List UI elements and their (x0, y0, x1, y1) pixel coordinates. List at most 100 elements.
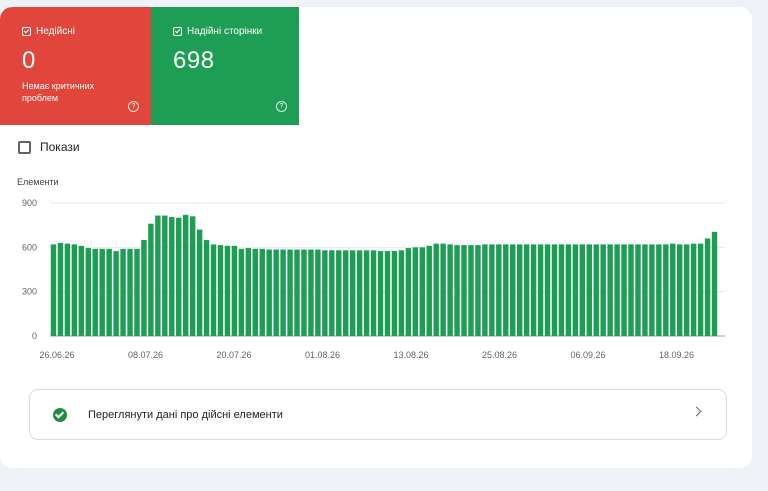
checkbox-checked-icon[interactable] (22, 27, 31, 36)
chart-bar[interactable] (343, 250, 349, 336)
chart-bar[interactable] (635, 244, 641, 336)
chart-bar[interactable] (50, 244, 57, 336)
chart-bar[interactable] (127, 248, 133, 336)
view-valid-items-link[interactable]: Переглянути дані про дійсні елементи (29, 389, 727, 440)
chart-bar[interactable] (301, 249, 307, 336)
chart-bar[interactable] (523, 244, 530, 336)
chart-bar[interactable] (621, 244, 627, 336)
chart-bar[interactable] (329, 250, 335, 336)
chart-bar[interactable] (537, 244, 544, 336)
chart-bar[interactable] (252, 248, 258, 336)
chart-bar[interactable] (551, 244, 558, 336)
chart-bar[interactable] (419, 247, 425, 336)
chart-bar[interactable] (141, 239, 147, 336)
chart-bar[interactable] (315, 249, 321, 336)
chart-bar[interactable] (238, 248, 245, 336)
chart-bar[interactable] (231, 245, 238, 336)
invalid-tile[interactable]: Недійсні 0 Немає критичних проблем ? (0, 7, 151, 125)
chart-bar[interactable] (71, 244, 78, 336)
chart-bar[interactable] (349, 250, 356, 336)
chart-bar[interactable] (120, 248, 126, 336)
chart-bar[interactable] (370, 250, 377, 336)
chart-bar[interactable] (155, 215, 161, 336)
chart-bar[interactable] (593, 244, 599, 336)
chart-bar[interactable] (224, 245, 231, 336)
chart-bar[interactable] (704, 238, 711, 336)
chart-bar[interactable] (656, 244, 662, 336)
chart-bar[interactable] (245, 248, 252, 336)
chart-bar[interactable] (203, 239, 210, 336)
chart-bar[interactable] (600, 244, 606, 336)
chart-bar[interactable] (697, 243, 704, 336)
chart-bar[interactable] (690, 243, 697, 336)
chart-bar[interactable] (510, 244, 516, 336)
chart-bar[interactable] (496, 244, 502, 336)
chart-bar[interactable] (182, 214, 189, 336)
chart-bar[interactable] (530, 244, 537, 336)
chart-bar[interactable] (113, 251, 119, 336)
chart-bar[interactable] (426, 245, 432, 336)
chart-bar[interactable] (663, 244, 669, 336)
chart-bar[interactable] (99, 248, 105, 336)
chart-bar[interactable] (322, 250, 328, 336)
chart-bar[interactable] (78, 245, 85, 336)
valid-tile[interactable]: Надійні сторінки 698 ? (151, 7, 299, 125)
chart-bar[interactable] (461, 245, 467, 336)
chart-bar[interactable] (92, 248, 98, 336)
chart-bar[interactable] (683, 244, 690, 336)
chart-bar[interactable] (217, 245, 224, 336)
chart-bar[interactable] (169, 217, 175, 336)
chart-bar[interactable] (363, 250, 370, 336)
chart-bar[interactable] (475, 245, 481, 336)
chart-bar[interactable] (85, 248, 91, 336)
chart-bar[interactable] (440, 243, 446, 336)
chart-bar[interactable] (148, 223, 154, 336)
chart-bar[interactable] (210, 244, 217, 336)
chart-bar[interactable] (447, 244, 453, 336)
checkbox-unchecked-icon[interactable] (18, 140, 31, 154)
checkbox-checked-icon[interactable] (173, 27, 182, 36)
chart-bar[interactable] (454, 245, 460, 336)
chart-bar[interactable] (398, 250, 405, 336)
chart-bar[interactable] (106, 248, 112, 336)
chart-bar[interactable] (489, 244, 495, 336)
chart-bar[interactable] (336, 250, 342, 336)
chart-bar[interactable] (628, 244, 634, 336)
chart-bar[interactable] (162, 215, 168, 336)
chart-bar[interactable] (503, 244, 509, 336)
help-icon[interactable]: ? (276, 101, 287, 112)
chart-bar[interactable] (273, 249, 279, 336)
chart-bar[interactable] (134, 248, 140, 336)
chart-bar[interactable] (294, 249, 300, 336)
chart-bar[interactable] (649, 244, 655, 336)
chart-bar[interactable] (377, 251, 384, 336)
chart-bar[interactable] (711, 231, 718, 336)
chart-bar[interactable] (607, 244, 613, 336)
chart-bar[interactable] (412, 247, 419, 336)
chart-bar[interactable] (356, 250, 363, 336)
chart-bar[interactable] (468, 245, 474, 336)
chart-bar[interactable] (196, 229, 203, 336)
chart-bar[interactable] (280, 249, 286, 336)
chart-bar[interactable] (558, 244, 565, 336)
help-icon[interactable]: ? (128, 101, 139, 112)
chart-bar[interactable] (670, 243, 676, 336)
chart-bar[interactable] (586, 244, 592, 336)
chart-bar[interactable] (614, 244, 620, 336)
chart-bar[interactable] (405, 248, 412, 336)
chart-bar[interactable] (579, 244, 586, 336)
chart-bar[interactable] (384, 251, 391, 336)
chart-bar[interactable] (572, 244, 579, 336)
chart-bar[interactable] (544, 244, 551, 336)
chart-bar[interactable] (189, 216, 196, 336)
chart-bar[interactable] (677, 244, 683, 336)
chart-bar[interactable] (433, 243, 439, 336)
chart-bar[interactable] (391, 251, 398, 336)
chart-bar[interactable] (642, 244, 648, 336)
chart-bar[interactable] (64, 243, 71, 336)
chart-bar[interactable] (516, 244, 523, 336)
impressions-toggle[interactable]: Покази (18, 140, 80, 154)
chart-bar[interactable] (57, 242, 64, 336)
chart-bar[interactable] (308, 249, 314, 336)
chart-bar[interactable] (266, 249, 272, 336)
